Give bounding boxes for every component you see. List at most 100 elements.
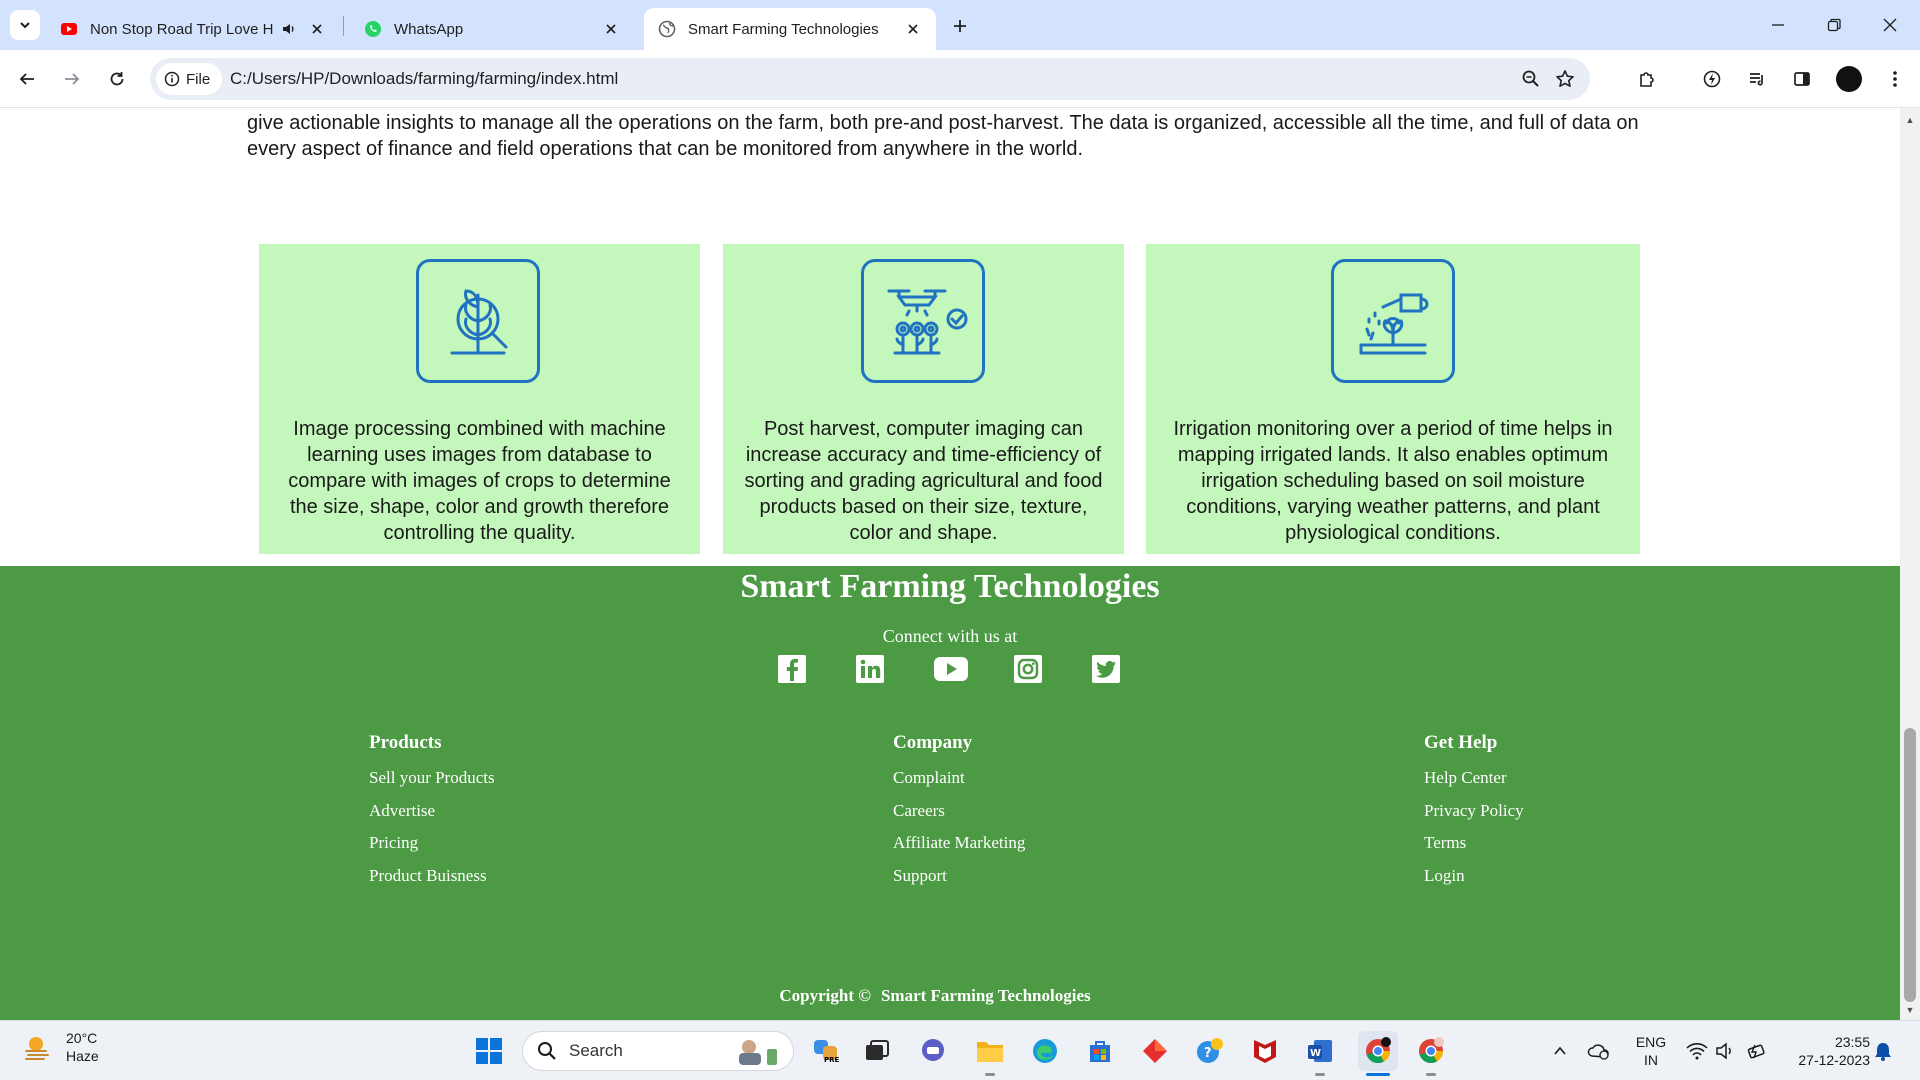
- wifi-icon[interactable]: [1682, 1033, 1712, 1069]
- minimize-button[interactable]: [1750, 0, 1806, 50]
- footer-link[interactable]: Product Buisness: [369, 860, 495, 893]
- browser-tab-bar: Non Stop Road Trip Love Hi WhatsApp Smar…: [0, 0, 1920, 50]
- windows-start-icon[interactable]: [471, 1033, 507, 1069]
- task-view-icon[interactable]: [859, 1033, 895, 1069]
- card-text: Post harvest, computer imaging can incre…: [744, 418, 1103, 544]
- close-tab-icon[interactable]: [904, 20, 922, 38]
- active-indicator: [1366, 1073, 1390, 1076]
- minimize-icon: [1772, 24, 1784, 26]
- twitter-icon[interactable]: [1089, 652, 1123, 686]
- footer-link[interactable]: Sell your Products: [369, 762, 495, 795]
- tray-chevron-up-icon[interactable]: [1545, 1033, 1575, 1069]
- close-window-button[interactable]: [1862, 0, 1918, 50]
- tab-title: Smart Farming Technologies: [688, 20, 879, 38]
- time: 23:55: [1834, 1034, 1870, 1050]
- search-highlight-icon: [739, 1040, 777, 1065]
- tab-whatsapp[interactable]: WhatsApp: [350, 8, 634, 50]
- battery-charging-icon[interactable]: [1742, 1033, 1772, 1069]
- feature-card: Post harvest, computer imaging can incre…: [723, 244, 1124, 554]
- site-info-chip[interactable]: File: [156, 63, 222, 95]
- weather-widget[interactable]: 20°C Haze: [22, 1029, 99, 1065]
- address-bar[interactable]: File C:/Users/HP/Downloads/farming/farmi…: [150, 58, 1590, 100]
- plant-magnifier-icon: [416, 259, 540, 383]
- svg-text:W: W: [1310, 1048, 1321, 1059]
- footer-link[interactable]: Careers: [893, 795, 1025, 828]
- tab-search-button[interactable]: [10, 10, 40, 40]
- arrow-left-icon: [19, 73, 34, 85]
- extensions-icon[interactable]: [1632, 64, 1662, 94]
- scroll-up-arrow-icon[interactable]: ▲: [1904, 114, 1916, 126]
- close-icon: [1883, 18, 1897, 32]
- performance-icon[interactable]: [1697, 64, 1727, 94]
- copyright-label: Copyright ©: [779, 986, 871, 1005]
- footer-link[interactable]: Privacy Policy: [1424, 795, 1524, 828]
- reload-button[interactable]: [102, 64, 132, 94]
- column-heading: Company: [893, 732, 973, 753]
- language-indicator[interactable]: ENG IN: [1630, 1033, 1672, 1069]
- tab-youtube[interactable]: Non Stop Road Trip Love Hi: [46, 8, 340, 50]
- language-code: ENG: [1635, 1034, 1667, 1050]
- page-viewport: give actionable insights to manage all t…: [0, 108, 1900, 1020]
- tab-smart-farming[interactable]: Smart Farming Technologies: [644, 8, 936, 50]
- footer-link[interactable]: Advertise: [369, 795, 495, 828]
- volume-icon[interactable]: [1710, 1033, 1740, 1069]
- footer-link[interactable]: Terms: [1424, 827, 1524, 860]
- chrome-icon[interactable]: [1358, 1031, 1398, 1071]
- onedrive-sync-icon[interactable]: [1584, 1033, 1614, 1069]
- footer-column-products: Products Sell your Products Advertise Pr…: [369, 732, 495, 892]
- zoom-icon[interactable]: [1520, 68, 1542, 90]
- footer-link[interactable]: Affiliate Marketing: [893, 827, 1025, 860]
- arrow-right-icon: [65, 73, 80, 85]
- footer-link[interactable]: Pricing: [369, 827, 495, 860]
- close-tab-icon[interactable]: [308, 20, 326, 38]
- footer-link[interactable]: Complaint: [893, 762, 1025, 795]
- app-diamond-icon[interactable]: [1137, 1033, 1173, 1069]
- speaker-icon[interactable]: [280, 20, 298, 38]
- edge-icon[interactable]: [1027, 1033, 1063, 1069]
- chrome-profile-icon[interactable]: [1413, 1033, 1449, 1069]
- watering-can-icon: [1331, 259, 1455, 383]
- windows-taskbar: 20°C Haze Search PRE ? W ENG IN 23:55 27…: [0, 1020, 1920, 1080]
- youtube-icon[interactable]: [932, 652, 970, 686]
- linkedin-icon[interactable]: [853, 652, 887, 686]
- notification-bell-icon[interactable]: [1868, 1033, 1898, 1069]
- new-tab-button[interactable]: [946, 12, 974, 40]
- back-button[interactable]: [12, 64, 42, 94]
- scrollbar-thumb[interactable]: [1904, 728, 1916, 1002]
- footer-link[interactable]: Login: [1424, 860, 1524, 893]
- running-indicator: [1315, 1073, 1325, 1076]
- facebook-icon[interactable]: [775, 652, 809, 686]
- get-help-icon[interactable]: ?: [1192, 1033, 1228, 1069]
- browser-toolbar: File C:/Users/HP/Downloads/farming/farmi…: [0, 50, 1920, 108]
- url-text[interactable]: C:/Users/HP/Downloads/farming/farming/in…: [230, 69, 618, 89]
- temperature: 20°C: [66, 1030, 98, 1046]
- mcafee-icon[interactable]: [1247, 1033, 1283, 1069]
- profile-avatar[interactable]: [1836, 66, 1862, 92]
- scroll-down-arrow-icon[interactable]: ▼: [1904, 1004, 1916, 1016]
- microsoft-store-icon[interactable]: [1082, 1033, 1118, 1069]
- chevron-down-icon: [20, 22, 30, 29]
- word-icon[interactable]: W: [1302, 1033, 1338, 1069]
- plus-icon: [954, 20, 966, 32]
- copilot-icon[interactable]: PRE: [808, 1033, 844, 1069]
- footer-column-get-help: Get Help Help Center Privacy Policy Term…: [1424, 732, 1524, 892]
- teams-chat-icon[interactable]: [915, 1033, 951, 1069]
- restore-icon: [1827, 18, 1841, 32]
- bookmark-star-icon[interactable]: [1554, 68, 1576, 90]
- weather-condition: Haze: [66, 1048, 99, 1064]
- tab-title: WhatsApp: [394, 20, 464, 38]
- side-panel-icon[interactable]: [1787, 64, 1817, 94]
- instagram-icon[interactable]: [1011, 652, 1045, 686]
- close-tab-icon[interactable]: [602, 20, 620, 38]
- taskbar-search[interactable]: Search: [522, 1031, 794, 1071]
- feature-card: Image processing combined with machine l…: [259, 244, 700, 554]
- column-heading: Get Help: [1424, 732, 1498, 753]
- clock[interactable]: 23:55 27-12-2023: [1780, 1033, 1870, 1069]
- media-controls-icon[interactable]: [1742, 64, 1772, 94]
- footer-link[interactable]: Support: [893, 860, 1025, 893]
- restore-button[interactable]: [1806, 0, 1862, 50]
- forward-button[interactable]: [57, 64, 87, 94]
- menu-kebab-icon[interactable]: [1880, 64, 1910, 94]
- file-explorer-icon[interactable]: [972, 1033, 1008, 1069]
- footer-link[interactable]: Help Center: [1424, 762, 1524, 795]
